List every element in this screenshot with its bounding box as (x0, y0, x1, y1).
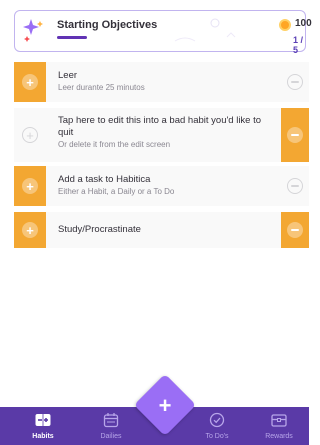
objectives-progress-bar (57, 36, 87, 39)
habit-title: Tap here to edit this into a bad habit y… (58, 115, 262, 138)
habit-row[interactable]: + Add a task to Habitica Either a Habit,… (14, 166, 309, 206)
minus-icon (287, 222, 303, 238)
habit-title: Leer (58, 70, 78, 81)
habit-title: Study/Procrastinate (58, 224, 141, 235)
nav-dailies[interactable]: Dailies (81, 407, 141, 445)
nav-rewards[interactable]: Rewards (249, 407, 309, 445)
treasure-chest-icon (271, 414, 287, 427)
decorative-doodle-icon (174, 18, 236, 42)
nav-rewards-label: Rewards (265, 433, 293, 440)
habit-plus-button[interactable]: + (14, 166, 46, 206)
sparkle-star-icon (23, 19, 43, 42)
plus-icon: + (22, 74, 38, 90)
habit-minus-button[interactable] (281, 212, 309, 248)
habit-notes: Leer durante 25 minutos (58, 83, 145, 92)
gold-coin-icon (279, 19, 291, 31)
habit-notes: Either a Habit, a Daily or a To Do (58, 187, 175, 196)
minus-icon (287, 178, 303, 194)
plus-icon: + (22, 127, 38, 143)
habit-notes: Or delete it from the edit screen (58, 140, 171, 149)
minus-icon (287, 74, 303, 90)
objectives-title: Starting Objectives (57, 19, 158, 31)
habit-title: Add a task to Habitica (58, 174, 151, 185)
calendar-icon (103, 413, 119, 428)
plus-icon: + (22, 178, 38, 194)
plus-icon: + (22, 222, 38, 238)
habit-plus-button[interactable]: + (14, 212, 46, 248)
checkmark-circle-icon (209, 412, 225, 428)
nav-todos-label: To Do's (205, 433, 229, 440)
nav-habits-label: Habits (32, 433, 54, 440)
habit-minus-button[interactable] (281, 108, 309, 162)
habit-minus-button[interactable] (281, 62, 309, 102)
habit-row[interactable]: + Study/Procrastinate (14, 212, 309, 248)
habit-plus-button[interactable]: + (14, 62, 46, 102)
objectives-progress-count: 1 / 5 (293, 35, 304, 55)
gold-amount: 100 (295, 18, 312, 29)
nav-dailies-label: Dailies (100, 433, 122, 440)
habit-row[interactable]: + Tap here to edit this into a bad habit… (14, 108, 309, 162)
habit-minus-button[interactable] (281, 166, 309, 206)
habit-row[interactable]: + Leer Leer durante 25 minutos (14, 62, 309, 102)
habit-plus-button[interactable]: + (14, 108, 46, 162)
nav-todos[interactable]: To Do's (187, 407, 247, 445)
nav-habits[interactable]: Habits (13, 407, 73, 445)
plus-icon: + (158, 393, 172, 418)
starting-objectives-card[interactable]: Starting Objectives 100 1 / 5 (14, 10, 312, 55)
habits-icon (35, 414, 51, 426)
minus-icon (287, 127, 303, 143)
